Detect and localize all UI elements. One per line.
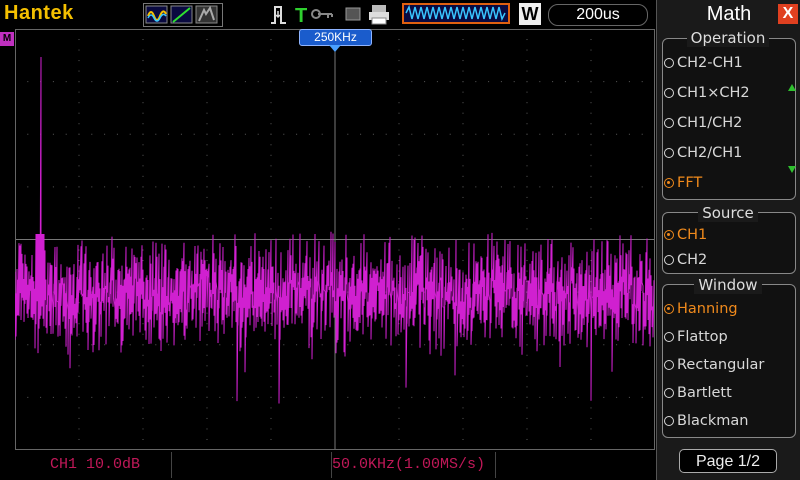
window-option-flattop[interactable]: Flattop [664,329,728,345]
fft-spectrum-plot [14,28,656,451]
top-status-bar: Hantek T W 200us [0,0,656,28]
radio-icon [664,58,674,68]
page-button[interactable]: Page 1/2 [679,449,777,473]
source-option-ch1[interactable]: CH1 [664,227,707,243]
radio-icon [664,360,674,370]
operation-title: Operation [686,29,770,47]
math-channel-marker: M [0,32,14,46]
window-option-rectangular[interactable]: Rectangular [664,357,764,373]
operation-option-ch2-ch1[interactable]: CH2-CH1 [664,55,743,71]
window-title: Window [694,276,762,294]
trigger-status-icons: T [268,2,394,27]
close-icon[interactable]: X [778,4,798,24]
window-option-bartlett[interactable]: Bartlett [664,385,732,401]
operation-option-ch2-div-ch1[interactable]: CH2/CH1 [664,145,742,161]
trigger-mode-letter: T [295,5,307,26]
radio-icon [664,255,674,265]
radio-icon [664,416,674,426]
radio-icon [664,88,674,98]
window-option-blackman[interactable]: Blackman [664,413,748,429]
memory-position-bar[interactable] [402,3,510,24]
ch1-scale-readout: CH1 10.0dB [16,452,172,478]
status-empty-cell [172,452,332,478]
radio-selected-icon [664,304,674,314]
operation-option-ch1-div-ch2[interactable]: CH1/CH2 [664,115,742,131]
fft-frequency-scale-readout: 50.0KHz(1.00MS/s) [332,452,496,478]
scroll-up-icon[interactable] [788,84,796,91]
scroll-down-icon[interactable] [788,166,796,173]
radio-icon [664,388,674,398]
center-marker-arrow-icon [329,45,341,52]
radio-icon [664,118,674,128]
graticule [14,28,656,451]
operation-option-fft[interactable]: FFT [664,175,702,191]
brand-logo: Hantek [4,2,74,24]
usb-icon [345,7,361,21]
window-option-hanning[interactable]: Hanning [664,301,738,317]
printer-icon [372,5,386,12]
operation-option-ch1xch2[interactable]: CH1×CH2 [664,85,750,101]
radio-icon [664,332,674,342]
source-option-ch2[interactable]: CH2 [664,252,707,268]
waveform-mode-icon [145,5,218,24]
radio-icon [664,148,674,158]
source-title: Source [698,204,758,222]
acquire-mode-icons[interactable] [143,3,223,27]
waveform-display[interactable] [14,28,656,451]
radio-selected-icon [664,230,674,240]
timebase-readout: 200us [548,4,648,26]
window-badge: W [519,3,541,25]
radio-selected-icon [664,178,674,188]
fft-center-frequency-label: 250KHz [299,29,372,46]
